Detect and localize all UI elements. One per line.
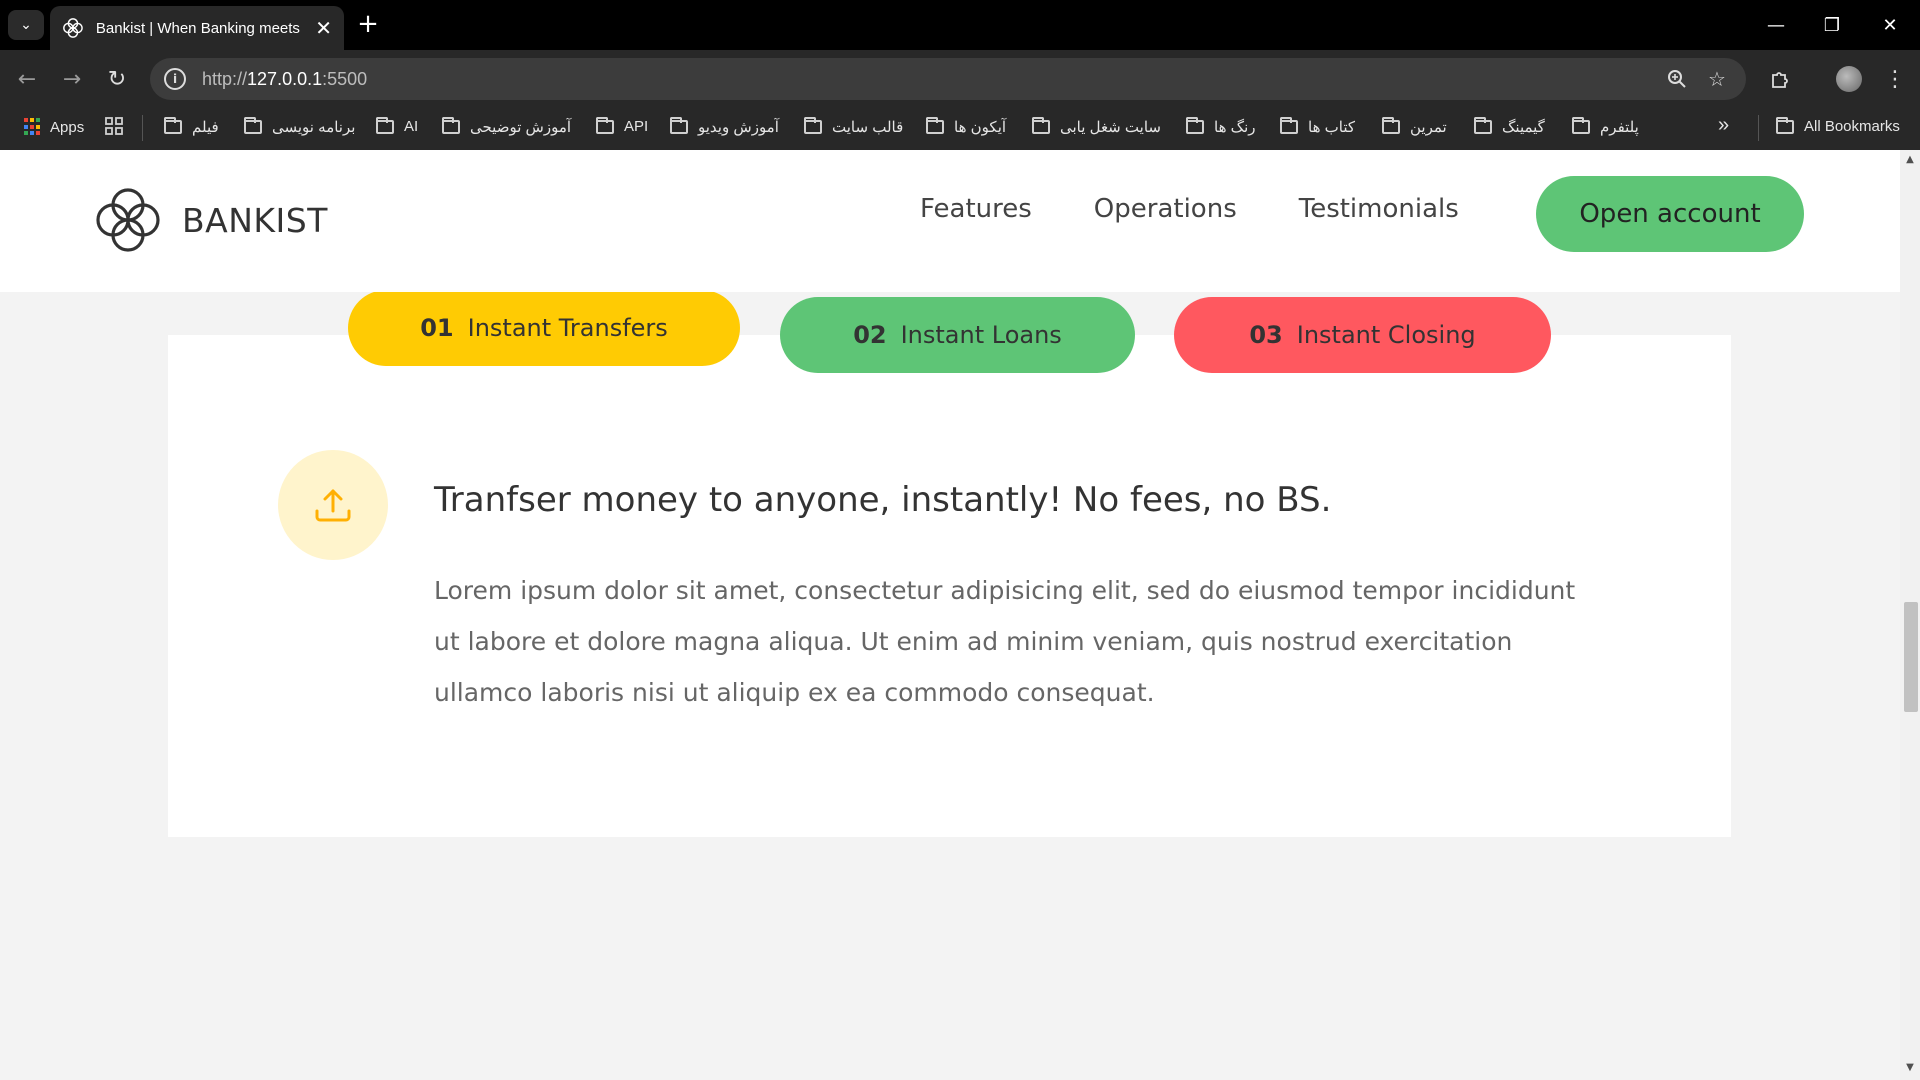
browser-tab-bar: ⌄ Bankist | When Banking meets Minimalis…	[0, 0, 1920, 50]
folder-icon	[926, 117, 944, 134]
minimize-button[interactable]: —	[1756, 10, 1796, 40]
nav-link-testimonials[interactable]: Testimonials	[1299, 194, 1459, 224]
folder-icon	[596, 116, 614, 134]
folder-icon	[1776, 116, 1794, 134]
bookmark-folder[interactable]: آموزش ویدیو	[670, 117, 779, 136]
operation-heading: Tranfser money to anyone, instantly! No …	[434, 480, 1332, 520]
browser-tab-active[interactable]: Bankist | When Banking meets Minimalist …	[50, 6, 344, 50]
folder-icon	[1382, 117, 1400, 134]
bookmark-folder[interactable]: رنگ ها	[1186, 117, 1256, 136]
folder-icon	[1280, 117, 1298, 134]
bookmark-folder[interactable]: پلتفرم	[1572, 117, 1639, 136]
back-arrow-icon[interactable]: ←	[10, 62, 44, 96]
restore-button[interactable]: ❐	[1812, 10, 1852, 40]
nav-link-operations[interactable]: Operations	[1094, 194, 1237, 224]
bookmark-folder[interactable]: قالب سایت	[804, 117, 903, 136]
bookmark-folder[interactable]: آیکون ها	[926, 117, 1006, 136]
bookmark-folder[interactable]: تمرین	[1382, 117, 1447, 136]
bookmark-folder[interactable]: API	[596, 116, 648, 135]
scroll-down-arrow-icon[interactable]: ▼	[1904, 1062, 1916, 1073]
site-info-icon[interactable]: i	[164, 68, 186, 90]
operations-tab-3[interactable]: 03 Instant Closing	[1174, 297, 1551, 373]
bookmark-folder[interactable]: AI	[376, 116, 418, 135]
bankist-logo[interactable]: BANKIST	[92, 184, 328, 256]
site-header: BANKIST Features Operations Testimonials…	[0, 150, 1900, 292]
folder-icon	[1032, 117, 1050, 134]
tab-groups-icon[interactable]	[104, 116, 124, 136]
bookmark-folder[interactable]: فیلم	[164, 117, 219, 136]
reload-icon[interactable]: ↻	[100, 62, 134, 96]
operations-tab-2[interactable]: 02 Instant Loans	[780, 297, 1135, 373]
upload-icon	[315, 489, 351, 522]
site-nav: Features Operations Testimonials	[920, 194, 1459, 224]
forward-arrow-icon[interactable]: →	[55, 62, 89, 96]
new-tab-button[interactable]: +	[352, 8, 384, 40]
bookmark-folder[interactable]: کتاب ها	[1280, 117, 1355, 136]
page-viewport: 01 Instant Transfers 02 Instant Loans 03…	[0, 150, 1920, 1080]
bankist-logo-icon	[96, 188, 160, 252]
bookmark-folder[interactable]: آموزش توضیحی	[442, 117, 571, 136]
address-bar[interactable]: i http://127.0.0.1:5500 ☆	[150, 58, 1746, 100]
bankist-favicon-icon	[63, 18, 83, 38]
all-bookmarks-folder[interactable]: All Bookmarks	[1776, 116, 1900, 135]
bookmark-folder[interactable]: برنامه نویسی	[244, 117, 355, 136]
operations-tab-1[interactable]: 01 Instant Transfers	[348, 290, 740, 366]
operation-icon-badge	[278, 450, 388, 560]
zoom-icon[interactable]	[1664, 66, 1690, 92]
folder-icon	[164, 117, 182, 134]
extensions-icon[interactable]	[1764, 62, 1798, 96]
bookmark-star-icon[interactable]: ☆	[1704, 66, 1730, 92]
logo-text: BANKIST	[182, 200, 328, 240]
operation-body-text: Lorem ipsum dolor sit amet, consectetur …	[434, 576, 1576, 707]
apps-grid-icon	[24, 118, 42, 136]
bookmarks-separator	[1758, 115, 1759, 141]
scrollbar-thumb[interactable]	[1904, 602, 1918, 712]
bookmark-folder[interactable]: گیمینگ	[1474, 117, 1545, 136]
nav-link-features[interactable]: Features	[920, 194, 1032, 224]
browser-toolbar: ← → ↻ i http://127.0.0.1:5500 ☆ ⋮	[0, 50, 1920, 108]
folder-icon	[1572, 117, 1590, 134]
folder-icon	[1186, 117, 1204, 134]
menu-kebab-icon[interactable]: ⋮	[1878, 62, 1912, 96]
tab-search-button[interactable]: ⌄	[8, 10, 44, 40]
tab-title: Bankist | When Banking meets Minimalist	[95, 19, 305, 37]
url-text[interactable]: http://127.0.0.1:5500	[202, 69, 367, 90]
folder-icon	[442, 117, 460, 134]
open-account-button[interactable]: Open account	[1536, 176, 1804, 252]
folder-icon	[670, 117, 688, 134]
close-window-button[interactable]: ✕	[1870, 10, 1910, 40]
tab-close-icon[interactable]: ✕	[315, 16, 332, 40]
bookmarks-separator	[142, 115, 143, 141]
folder-icon	[376, 116, 394, 134]
bookmark-apps[interactable]: Apps	[24, 118, 84, 136]
profile-avatar[interactable]	[1836, 66, 1862, 92]
more-bookmarks-icon[interactable]: »	[1718, 114, 1729, 137]
chevron-down-icon: ⌄	[20, 17, 32, 33]
bookmark-folder[interactable]: سایت شغل یابی	[1032, 117, 1161, 136]
scroll-up-arrow-icon[interactable]: ▲	[1904, 154, 1916, 165]
folder-icon	[244, 117, 262, 134]
folder-icon	[1474, 117, 1492, 134]
folder-icon	[804, 117, 822, 134]
